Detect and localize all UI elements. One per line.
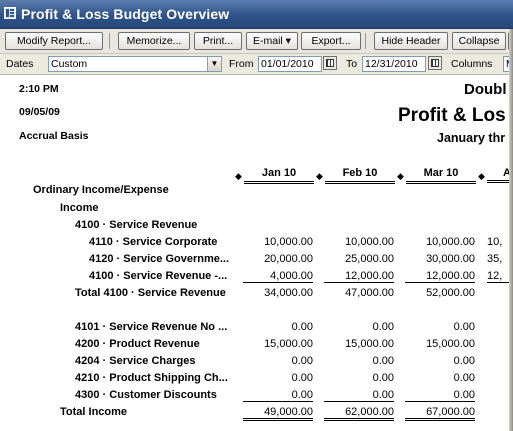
column-header-jan[interactable]: Jan 10 xyxy=(244,167,314,184)
report-basis: Accrual Basis xyxy=(19,130,89,142)
report-row[interactable]: 4300 · Customer Discounts 0.00 0.00 0.00 xyxy=(0,388,513,405)
row-label: 4300 · Customer Discounts xyxy=(75,389,217,401)
row-value: 25,000.00 xyxy=(345,253,394,265)
dates-label: Dates xyxy=(6,58,34,70)
row-label: 4110 · Service Corporate xyxy=(89,236,218,248)
calendar-icon[interactable] xyxy=(323,56,337,70)
row-value: 0.00 xyxy=(324,389,394,402)
report-row[interactable]: 4200 · Product Revenue 15,000.00 15,000.00… xyxy=(0,337,513,354)
row-value: 30,000.00 xyxy=(426,253,475,265)
row-value: 10,000.00 xyxy=(426,236,475,248)
report-row[interactable]: Ordinary Income/Expense xyxy=(0,183,513,200)
row-label: Total Income xyxy=(60,406,128,418)
row-label: Income xyxy=(60,202,99,214)
row-value: 0.00 xyxy=(372,355,394,367)
row-value: 0.00 xyxy=(453,321,475,333)
row-value: 0.00 xyxy=(405,389,475,402)
report-row[interactable]: 4210 · Product Shipping Ch... 0.00 0.00 0.0… xyxy=(0,371,513,388)
row-value: 10,000.00 xyxy=(264,236,313,248)
column-resize-handle[interactable]: ◆ xyxy=(478,171,485,182)
row-value: 0.00 xyxy=(291,321,313,333)
filter-bar: Dates Custom ▼ From 01/01/2010 To 12/31/… xyxy=(0,54,513,75)
report-row[interactable]: 4204 · Service Charges 0.00 0.00 0.00 xyxy=(0,354,513,371)
row-label: 4120 · Service Governme... xyxy=(89,253,230,265)
window-right-border xyxy=(509,29,513,431)
report-row[interactable] xyxy=(0,303,513,320)
row-value: 49,000.00 xyxy=(243,406,313,421)
row-value: 15,000.00 xyxy=(426,338,475,350)
memorize-button[interactable]: Memorize... xyxy=(118,32,190,50)
row-value: 0.00 xyxy=(291,372,313,384)
report-period: January thr xyxy=(437,131,506,145)
row-value: 0.00 xyxy=(372,372,394,384)
from-date-field[interactable]: 01/01/2010 xyxy=(258,56,322,72)
row-value: 34,000.00 xyxy=(264,287,313,299)
row-label: Ordinary Income/Expense xyxy=(33,184,169,196)
row-label: 4100 · Service Revenue -... xyxy=(89,270,228,282)
row-value: 10,000.00 xyxy=(345,236,394,248)
row-value: 0.00 xyxy=(243,389,313,402)
report-row[interactable]: 4110 · Service Corporate 10,000.00 10,000.… xyxy=(0,235,513,252)
row-label: 4200 · Product Revenue xyxy=(75,338,200,350)
report-row[interactable]: Total Income 49,000.00 62,000.00 67,000.00 xyxy=(0,405,513,422)
row-value: 4,000.00 xyxy=(243,270,313,283)
window-title-bar[interactable]: Profit & Loss Budget Overview xyxy=(0,0,513,29)
row-label: 4210 · Product Shipping Ch... xyxy=(75,372,228,384)
row-value: 67,000.00 xyxy=(405,406,475,421)
row-value: 52,000.00 xyxy=(426,287,475,299)
report-row[interactable]: Income xyxy=(0,201,513,218)
window-title: Profit & Loss Budget Overview xyxy=(21,6,230,22)
email-button[interactable]: E-mail ▾ xyxy=(246,32,298,50)
report-row[interactable]: Total 4100 · Service Revenue 34,000.00 47,… xyxy=(0,286,513,303)
row-label: 4101 · Service Revenue No ... xyxy=(75,321,228,333)
print-button[interactable]: Print... xyxy=(194,32,242,50)
row-value: 12,000.00 xyxy=(324,270,394,283)
row-value: 62,000.00 xyxy=(324,406,394,421)
report-toolbar: Modify Report... Memorize... Print... E-… xyxy=(0,29,513,54)
row-value: 15,000.00 xyxy=(345,338,394,350)
report-window-icon xyxy=(4,7,16,19)
toolbar-separator xyxy=(109,33,110,49)
columns-label: Columns xyxy=(451,58,493,70)
to-label: To xyxy=(346,58,358,70)
row-value: 20,000.00 xyxy=(264,253,313,265)
to-date-field[interactable]: 12/31/2010 xyxy=(362,56,426,72)
modify-report-button[interactable]: Modify Report... xyxy=(5,32,103,50)
row-value: 47,000.00 xyxy=(345,287,394,299)
row-label: Total 4100 · Service Revenue xyxy=(75,287,226,299)
column-header-mar[interactable]: Mar 10 xyxy=(406,167,476,184)
report-time: 2:10 PM xyxy=(19,83,59,95)
report-row[interactable]: 4101 · Service Revenue No ... 0.00 0.00 0.0… xyxy=(0,320,513,337)
report-row[interactable]: 4120 · Service Governme... 20,000.00 25,00… xyxy=(0,252,513,269)
dropdown-arrow-icon[interactable]: ▼ xyxy=(207,56,222,72)
export-button[interactable]: Export... xyxy=(301,32,361,50)
row-value: 0.00 xyxy=(453,355,475,367)
calendar-icon[interactable] xyxy=(428,56,442,70)
column-resize-handle[interactable]: ◆ xyxy=(316,171,323,182)
hide-header-button[interactable]: Hide Header xyxy=(374,32,448,50)
row-value: 15,000.00 xyxy=(264,338,313,350)
row-label: 4204 · Service Charges xyxy=(75,355,196,367)
company-name: Doubl xyxy=(464,81,507,98)
dates-select[interactable]: Custom xyxy=(48,56,210,72)
row-value: 0.00 xyxy=(291,355,313,367)
report-body: 2:10 PM 09/05/09 Accrual Basis Doubl Pro… xyxy=(0,75,513,431)
report-title: Profit & Los xyxy=(398,105,506,126)
row-value: 0.00 xyxy=(453,372,475,384)
from-label: From xyxy=(229,58,254,70)
column-resize-handle[interactable]: ◆ xyxy=(235,171,242,182)
collapse-button[interactable]: Collapse xyxy=(452,32,506,50)
toolbar-separator xyxy=(365,33,366,49)
row-value: 12,000.00 xyxy=(405,270,475,283)
report-date: 09/05/09 xyxy=(19,106,60,118)
row-value: 0.00 xyxy=(372,321,394,333)
column-resize-handle[interactable]: ◆ xyxy=(397,171,404,182)
report-row[interactable]: 4100 · Service Revenue -... 4,000.00 12,00… xyxy=(0,269,513,286)
row-label: 4100 · Service Revenue xyxy=(75,219,198,231)
column-header-feb[interactable]: Feb 10 xyxy=(325,167,395,184)
report-row[interactable]: 4100 · Service Revenue xyxy=(0,218,513,235)
